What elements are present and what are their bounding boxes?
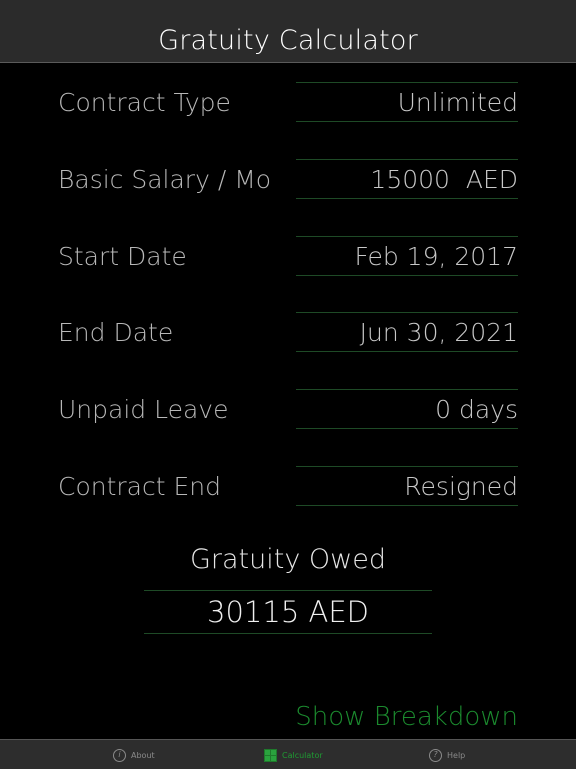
unpaid-leave-label: Unpaid Leave [58, 395, 229, 424]
contract-type-row[interactable]: Contract Type Unlimited [0, 82, 576, 124]
basic-salary-row[interactable]: Basic Salary / Mo 15000 AED [0, 159, 576, 201]
basic-salary-label: Basic Salary / Mo [58, 165, 272, 194]
page-title: Gratuity Calculator [158, 25, 418, 56]
gratuity-owed-value: 30115 AED [207, 595, 369, 629]
start-date-row[interactable]: Start Date Feb 19, 2017 [0, 236, 576, 278]
contract-type-value: Unlimited [397, 87, 518, 117]
tab-calculator[interactable]: Calculator [264, 746, 323, 764]
calculator-icon [264, 748, 277, 762]
tab-calculator-label: Calculator [282, 750, 323, 760]
tab-bar: i About Calculator ? Help [0, 739, 576, 769]
info-icon: i [113, 748, 126, 762]
contract-end-field[interactable]: Resigned [296, 466, 518, 506]
show-breakdown-button[interactable]: Show Breakdown [295, 702, 518, 732]
unpaid-leave-value: 0 days [435, 394, 518, 424]
contract-end-value: Resigned [404, 471, 518, 501]
start-date-value: Feb 19, 2017 [354, 241, 518, 271]
tab-about[interactable]: i About [113, 746, 155, 764]
tab-about-label: About [131, 750, 155, 760]
contract-end-row[interactable]: Contract End Resigned [0, 466, 576, 508]
contract-type-label: Contract Type [58, 88, 231, 117]
help-icon: ? [429, 748, 442, 762]
basic-salary-field[interactable]: 15000 AED [296, 159, 518, 199]
end-date-label: End Date [58, 318, 174, 347]
nav-bar: Gratuity Calculator [0, 0, 576, 63]
tab-help-label: Help [447, 750, 466, 760]
gratuity-owed-title: Gratuity Owed [189, 544, 386, 575]
basic-salary-value: 15000 AED [370, 164, 518, 194]
gratuity-owed-box: 30115 AED [144, 590, 432, 634]
contract-type-field[interactable]: Unlimited [296, 82, 518, 122]
start-date-label: Start Date [58, 242, 187, 271]
contract-end-label: Contract End [58, 472, 222, 501]
unpaid-leave-row[interactable]: Unpaid Leave 0 days [0, 389, 576, 431]
end-date-value: Jun 30, 2021 [359, 317, 518, 347]
start-date-field[interactable]: Feb 19, 2017 [296, 236, 518, 276]
unpaid-leave-field[interactable]: 0 days [296, 389, 518, 429]
end-date-row[interactable]: End Date Jun 30, 2021 [0, 312, 576, 354]
end-date-field[interactable]: Jun 30, 2021 [296, 312, 518, 352]
tab-help[interactable]: ? Help [429, 746, 465, 764]
